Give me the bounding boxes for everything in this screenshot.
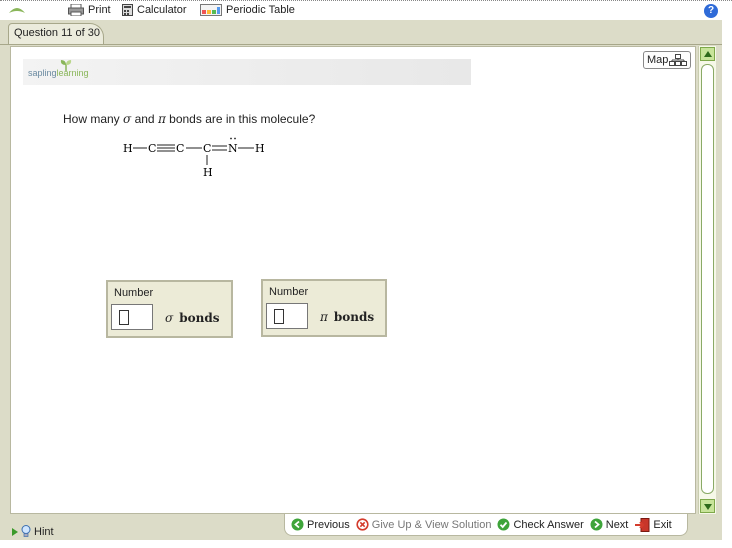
sigma-unit: σ bonds [165,311,220,325]
arrow-down-icon [704,504,712,510]
sigma-symbol: σ [123,112,132,126]
hint-button[interactable]: Hint [12,525,54,538]
question-panel: saplinglearning Map How many σ and π bon… [10,46,696,514]
give-up-x-icon [356,518,369,531]
pi-symbol: π [157,112,166,126]
sapling-leaf-icon [9,8,25,13]
brand-logo: saplinglearning [28,68,89,78]
sigma-bonds-input[interactable] [111,304,153,330]
periodic-table-button[interactable]: Periodic Table [200,3,295,17]
calculator-button[interactable]: Calculator [122,3,187,17]
assignment-frame: Question 11 of 30 saplinglearning Map Ho… [0,20,722,540]
text-cursor [274,309,284,324]
scroll-down-button[interactable] [700,499,715,513]
brand-part1: sapling [28,68,57,78]
atom-c3: C [203,142,211,155]
pi-unit: π bonds [320,310,375,324]
arrow-up-icon [704,51,712,57]
map-label: Map [647,54,669,66]
give-up-button[interactable]: Give Up & View Solution [356,518,491,531]
hint-label: Hint [34,525,54,538]
map-icon [669,54,687,66]
next-arrow-icon [590,518,603,531]
atom-h2: H [255,142,265,155]
atom-h3: H [203,166,213,179]
pi-bonds-input[interactable] [266,303,308,329]
question-tab: Question 11 of 30 [8,23,104,45]
question-text: How many σ and π bonds are in this molec… [63,112,316,126]
calculator-label: Calculator [137,4,187,16]
check-answer-button[interactable]: Check Answer [497,518,584,531]
printer-icon [68,4,84,16]
question-tab-label: Question 11 of 30 [14,27,101,39]
navigation-bar: Previous Give Up & View Solution Check A… [284,514,688,536]
periodic-table-label: Periodic Table [226,4,295,16]
pi-answer-box: Number π bonds [261,279,387,337]
atom-c2: C [176,142,184,155]
text-cursor [119,310,129,325]
pi-number-label: Number [269,286,309,298]
scroll-up-button[interactable] [700,47,715,61]
atom-h1: H [123,142,133,155]
molecule-structure: H C C C N H H [123,137,265,179]
print-label: Print [88,4,111,16]
next-button[interactable]: Next [590,518,628,531]
previous-arrow-icon [291,518,304,531]
vertical-scrollbar[interactable] [698,46,716,514]
exit-button[interactable]: Exit [634,517,672,532]
sigma-number-label: Number [114,287,154,299]
brand-header: saplinglearning [23,59,471,85]
checkmark-icon [497,518,510,531]
bottom-bar: Hint Previous Give Up & View Solution Ch… [0,514,722,540]
sigma-answer-box: Number σ bonds [106,280,233,338]
previous-button[interactable]: Previous [291,518,350,531]
atom-n: N [228,142,238,155]
print-button[interactable]: Print [68,3,111,17]
help-icon[interactable]: ? [704,4,718,18]
tab-divider [0,44,722,45]
exit-door-icon [635,517,650,532]
expand-arrow-icon [12,527,18,536]
calculator-icon [122,4,133,16]
periodic-table-icon [200,4,222,16]
top-toolbar: Print Calculator Periodic Table ? [0,0,732,20]
toolbar-edge [0,0,732,2]
scroll-thumb[interactable] [701,64,714,494]
lightbulb-icon [21,525,31,537]
map-button[interactable]: Map [643,51,691,69]
atom-c1: C [148,142,156,155]
brand-part2: learning [56,68,89,78]
